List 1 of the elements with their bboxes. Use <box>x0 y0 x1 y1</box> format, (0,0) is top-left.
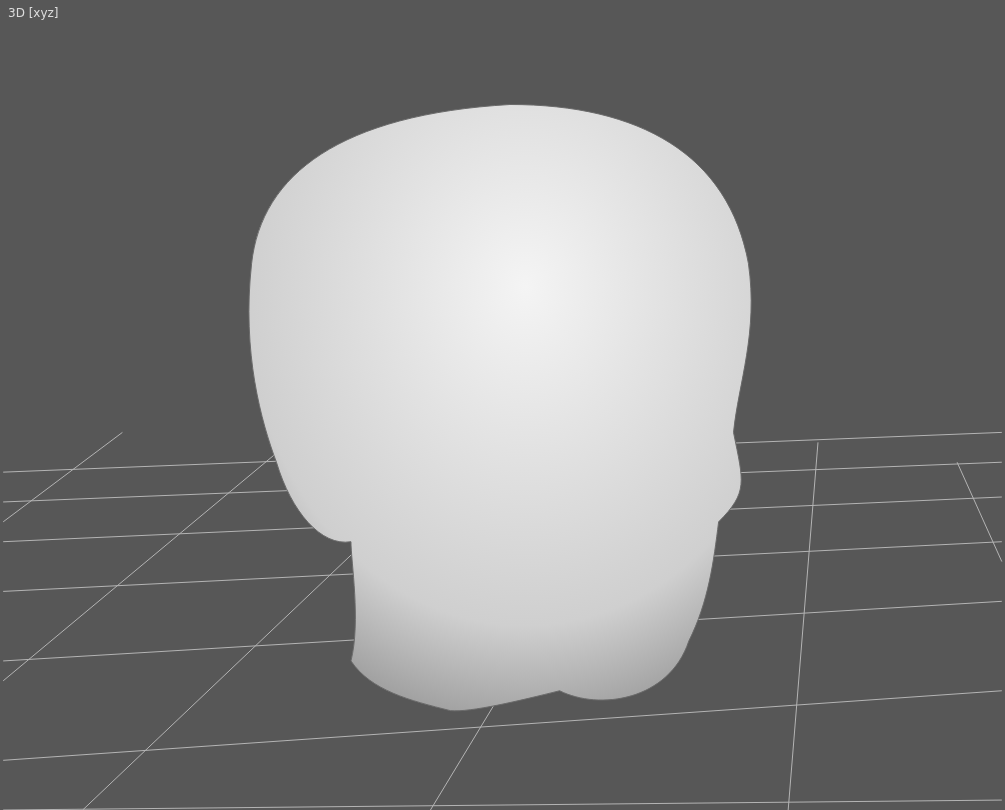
viewport-label: 3D [xyz] <box>7 5 59 20</box>
